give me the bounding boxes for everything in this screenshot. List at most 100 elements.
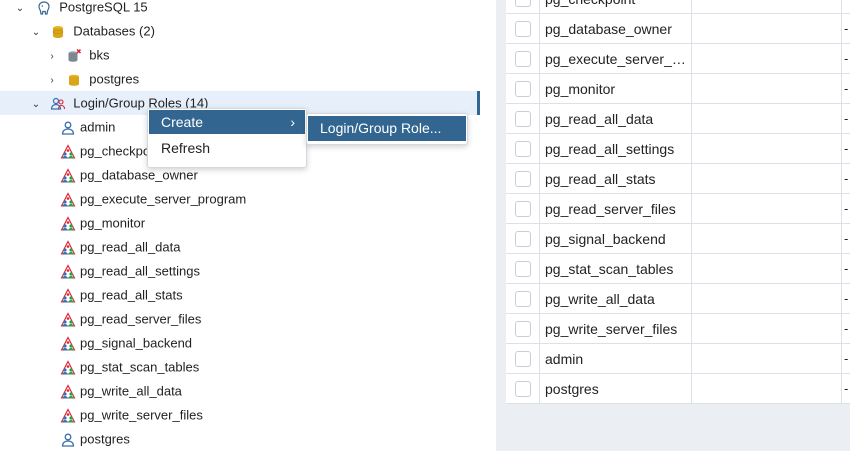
select-cell — [506, 224, 540, 254]
role-name-cell: pg_database_owner — [540, 14, 692, 44]
row-checkbox[interactable] — [515, 351, 531, 367]
row-checkbox[interactable] — [515, 201, 531, 217]
role-label: pg_database_owner — [80, 167, 198, 183]
table-row[interactable]: pg_stat_scan_tables - — [506, 254, 850, 284]
group-role-icon — [60, 335, 76, 352]
group-role-icon — [60, 143, 76, 160]
row-checkbox[interactable] — [515, 171, 531, 187]
menu-item-create-label: Create — [161, 114, 204, 130]
chevron-right-icon[interactable]: › — [46, 45, 58, 69]
role-label: pg_signal_backend — [80, 335, 193, 351]
role-name-cell: pg_monitor — [540, 74, 692, 104]
tree-node-role[interactable]: pg_execute_server_program — [60, 187, 246, 211]
row-checkbox[interactable] — [515, 51, 531, 67]
table-row[interactable]: pg_monitor - — [506, 74, 850, 104]
db-postgres-label: postgres — [89, 71, 140, 87]
role-label: pg_read_all_settings — [80, 263, 200, 279]
tree-node-role[interactable]: pg_monitor — [60, 211, 145, 235]
row-checkbox[interactable] — [515, 111, 531, 127]
tree-node-role[interactable]: pg_stat_scan_tables — [60, 355, 199, 379]
table-row[interactable]: pg_database_owner - — [506, 14, 850, 44]
tree-node-role[interactable]: pg_read_all_stats — [60, 283, 183, 307]
table-row[interactable]: pg_execute_server_program - — [506, 44, 850, 74]
empty-cell — [692, 134, 842, 164]
row-checkbox[interactable] — [515, 261, 531, 277]
row-checkbox[interactable] — [515, 21, 531, 37]
table-row[interactable]: pg_checkpoint - — [506, 0, 850, 14]
tree-node-db-postgres[interactable]: › postgres — [46, 67, 139, 91]
menu-item-refresh[interactable]: Refresh — [149, 136, 305, 160]
group-role-icon — [60, 359, 76, 376]
select-cell — [506, 194, 540, 224]
pane-splitter[interactable] — [496, 0, 506, 451]
row-checkbox[interactable] — [515, 231, 531, 247]
table-row[interactable]: admin - — [506, 344, 850, 374]
context-menu: Create › Refresh — [147, 108, 307, 168]
tree-node-role[interactable]: pg_write_server_files — [60, 403, 203, 427]
tree-node-role[interactable]: pg_read_all_settings — [60, 259, 200, 283]
chevron-right-icon[interactable]: › — [46, 69, 58, 93]
grid-rows: pg_checkpoint-pg_database_owner-pg_execu… — [506, 0, 850, 404]
value-cell: - — [844, 141, 849, 156]
table-row[interactable]: pg_signal_backend - — [506, 224, 850, 254]
role-name-cell: pg_write_server_files — [540, 314, 692, 344]
chevron-down-icon[interactable]: ⌄ — [30, 21, 42, 45]
table-row[interactable]: pg_read_all_settings - — [506, 134, 850, 164]
table-row[interactable]: pg_read_server_files - — [506, 194, 850, 224]
empty-cell — [692, 194, 842, 224]
role-label: pg_read_all_data — [80, 239, 181, 255]
tree-node-role[interactable]: pg_write_all_data — [60, 379, 182, 403]
group-role-icon — [60, 167, 76, 184]
empty-cell — [692, 14, 842, 44]
databases-icon — [50, 24, 66, 40]
role-name-cell: pg_checkpoint — [540, 0, 692, 14]
tree-node-role[interactable]: pg_read_server_files — [60, 307, 201, 331]
tree-node-server[interactable]: ⌄ PostgreSQL 15 — [14, 0, 148, 19]
role-name-cell: admin — [540, 344, 692, 374]
row-checkbox[interactable] — [515, 141, 531, 157]
row-checkbox[interactable] — [515, 81, 531, 97]
menu-item-refresh-label: Refresh — [161, 140, 211, 156]
row-checkbox[interactable] — [515, 321, 531, 337]
row-checkbox[interactable] — [515, 381, 531, 397]
value-cell: - — [844, 231, 849, 246]
empty-cell — [692, 104, 842, 134]
user-icon — [60, 120, 76, 136]
tree-node-role[interactable]: admin — [60, 115, 115, 139]
chevron-down-icon[interactable]: ⌄ — [14, 0, 26, 21]
empty-cell — [692, 164, 842, 194]
menu-item-login-group-role[interactable]: Login/Group Role... — [308, 116, 466, 141]
empty-cell — [692, 344, 842, 374]
chevron-right-icon: › — [290, 114, 295, 130]
empty-cell — [692, 374, 842, 404]
menu-item-login-group-role-label: Login/Group Role... — [320, 120, 442, 136]
role-name-cell: pg_read_all_settings — [540, 134, 692, 164]
empty-cell — [692, 254, 842, 284]
login-group-roles-icon — [50, 96, 66, 112]
selected-row-indicator — [477, 91, 480, 115]
role-name-cell: pg_read_all_stats — [540, 164, 692, 194]
tree-node-role[interactable]: postgres — [60, 427, 130, 451]
table-row[interactable]: postgres - — [506, 374, 850, 404]
tree-node-db-bks[interactable]: › bks — [46, 43, 109, 67]
value-cell: - — [844, 261, 849, 276]
table-row[interactable]: pg_write_server_files - — [506, 314, 850, 344]
value-cell: - — [844, 111, 849, 126]
select-cell — [506, 14, 540, 44]
group-role-icon — [60, 215, 76, 232]
tree-node-role[interactable]: pg_read_all_data — [60, 235, 180, 259]
row-checkbox[interactable] — [515, 291, 531, 307]
table-row[interactable]: pg_read_all_stats - — [506, 164, 850, 194]
table-row[interactable]: pg_read_all_data - — [506, 104, 850, 134]
empty-cell — [692, 0, 842, 14]
tree-node-databases[interactable]: ⌄ Databases (2) — [30, 19, 155, 43]
menu-item-create[interactable]: Create › — [149, 110, 305, 134]
group-role-icon — [60, 407, 76, 424]
value-cell: - — [844, 51, 849, 66]
chevron-down-icon[interactable]: ⌄ — [30, 93, 42, 117]
select-cell — [506, 284, 540, 314]
row-checkbox[interactable] — [515, 0, 531, 7]
table-row[interactable]: pg_write_all_data - — [506, 284, 850, 314]
role-name-cell: pg_signal_backend — [540, 224, 692, 254]
tree-node-role[interactable]: pg_signal_backend — [60, 331, 192, 355]
